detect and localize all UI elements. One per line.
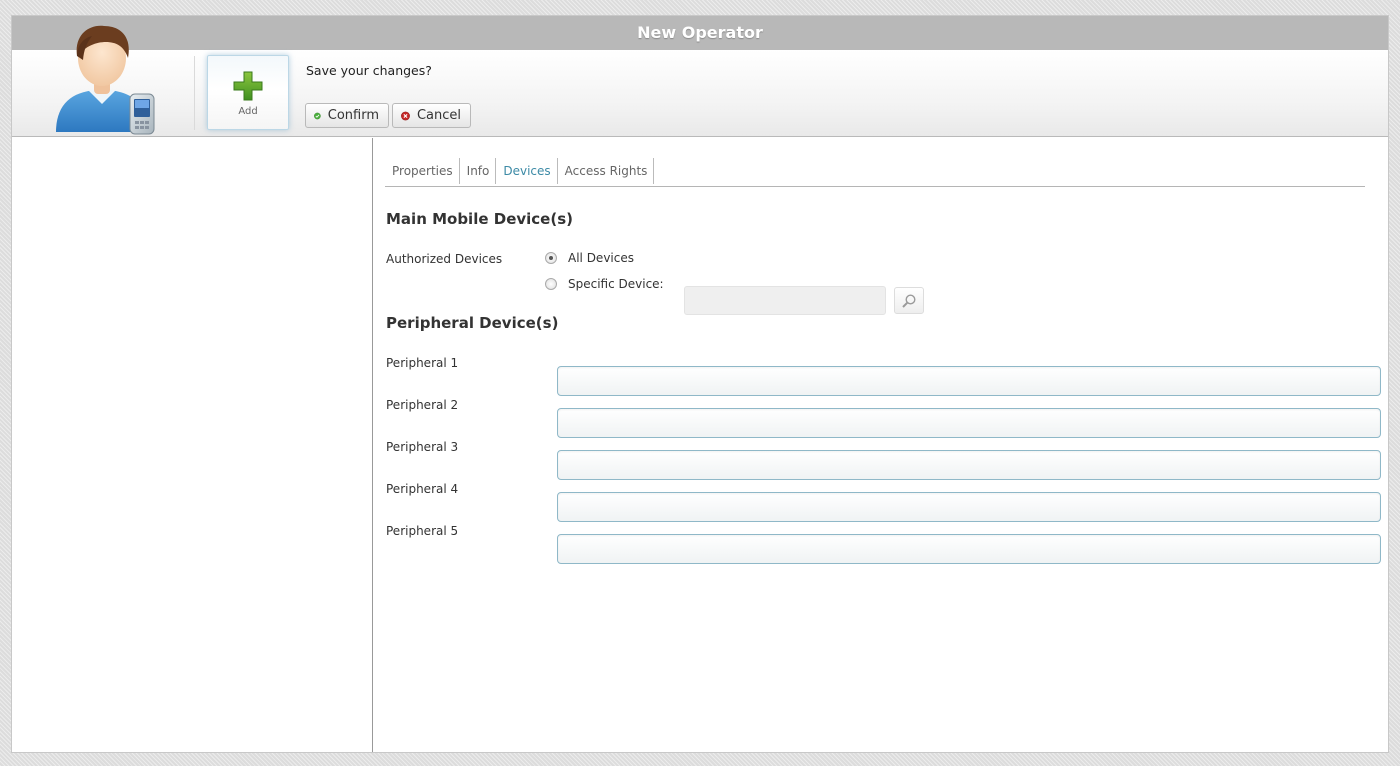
- peripheral-5-label: Peripheral 5: [386, 524, 459, 538]
- peripheral-devices-title: Peripheral Device(s): [386, 314, 559, 332]
- specific-device-label: Specific Device:: [568, 277, 664, 291]
- toolbar: Add Save your changes? Confirm Cancel: [12, 25, 1388, 137]
- cancel-button[interactable]: Cancel: [392, 103, 471, 128]
- peripheral-2-input[interactable]: [557, 408, 1381, 438]
- operator-with-phone-icon: [56, 25, 155, 135]
- peripheral-4-input[interactable]: [557, 492, 1381, 522]
- peripheral-3-label: Peripheral 3: [386, 440, 459, 454]
- close-circle-icon: [401, 111, 410, 120]
- tab-bar: Properties Info Devices Access Rights: [385, 158, 1365, 187]
- tab-access-rights[interactable]: Access Rights: [558, 158, 655, 184]
- save-message: Save your changes?: [306, 63, 432, 78]
- authorized-devices-label: Authorized Devices: [386, 252, 503, 266]
- main-devices-title: Main Mobile Device(s): [386, 210, 573, 228]
- tab-properties[interactable]: Properties: [385, 158, 460, 184]
- add-button[interactable]: Add: [207, 55, 289, 130]
- device-search-button[interactable]: [894, 287, 924, 314]
- peripheral-1-label: Peripheral 1: [386, 356, 459, 370]
- peripheral-2-label: Peripheral 2: [386, 398, 459, 412]
- add-button-label: Add: [238, 106, 258, 117]
- confirm-button[interactable]: Confirm: [305, 103, 389, 128]
- peripheral-5-input[interactable]: [557, 534, 1381, 564]
- peripheral-4-label: Peripheral 4: [386, 482, 459, 496]
- check-circle-icon: [314, 112, 321, 119]
- cancel-button-label: Cancel: [416, 108, 461, 123]
- specific-device-radio[interactable]: [545, 278, 557, 290]
- window-title: New Operator: [12, 16, 1388, 50]
- peripheral-3-input[interactable]: [557, 450, 1381, 480]
- peripheral-1-input[interactable]: [557, 366, 1381, 396]
- search-icon: [902, 293, 916, 308]
- all-devices-option[interactable]: All Devices: [545, 251, 634, 265]
- tab-info[interactable]: Info: [460, 158, 497, 184]
- all-devices-label: All Devices: [568, 251, 634, 265]
- specific-device-option[interactable]: Specific Device:: [545, 277, 664, 291]
- left-pane: [12, 138, 373, 752]
- all-devices-radio[interactable]: [545, 252, 557, 264]
- operator-window: New Operator Add Save your changes? Conf…: [11, 15, 1389, 753]
- toolbar-divider: [194, 56, 195, 130]
- confirm-button-label: Confirm: [327, 108, 379, 123]
- plus-icon: [233, 71, 263, 101]
- tab-devices[interactable]: Devices: [496, 158, 558, 184]
- specific-device-field[interactable]: [684, 286, 886, 315]
